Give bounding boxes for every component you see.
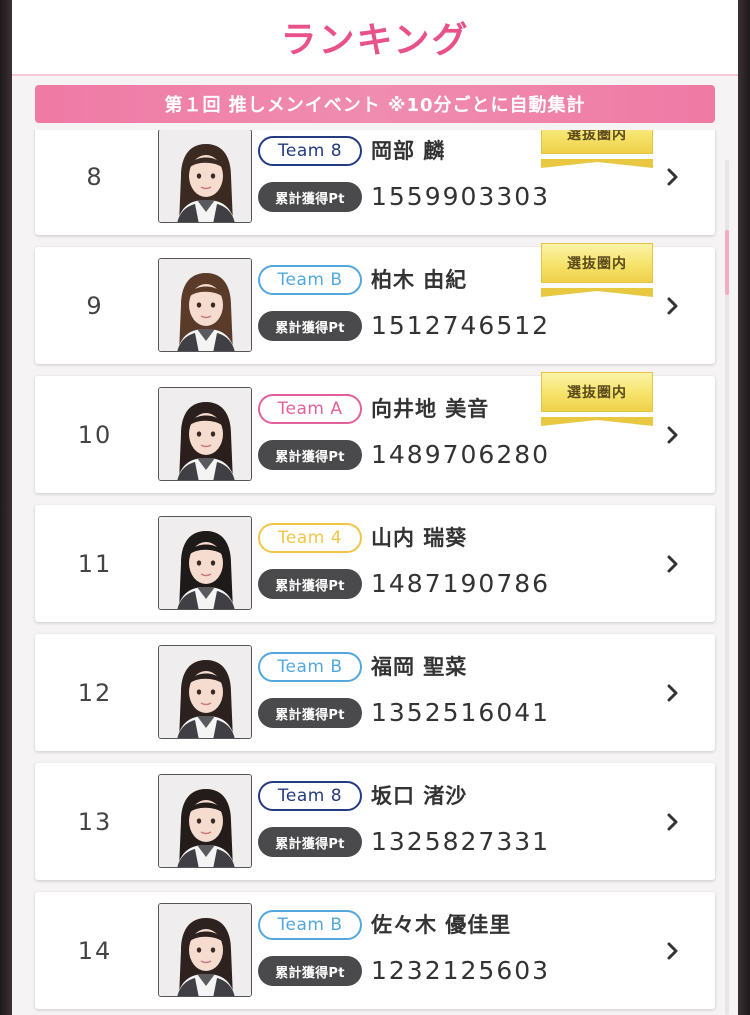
senbatsu-ribbon: 選抜圏内 bbox=[541, 130, 653, 168]
ranking-row[interactable]: 13 Team 8 坂口 渚沙 累計獲得Pt 1325827331 bbox=[35, 763, 715, 880]
chevron-right-icon[interactable] bbox=[663, 763, 683, 880]
points-value: 1487190786 bbox=[371, 568, 551, 598]
senbatsu-label: 選抜圏内 bbox=[541, 372, 653, 412]
member-name: 柏木 由紀 bbox=[371, 268, 468, 292]
member-name: 佐々木 優佳里 bbox=[371, 913, 512, 937]
chevron-right-icon[interactable] bbox=[663, 634, 683, 751]
senbatsu-ribbon-tail bbox=[541, 153, 653, 168]
left-dark-border bbox=[0, 0, 12, 1015]
ranking-row[interactable]: 12 Team B 福岡 聖菜 累計獲得Pt 1352516041 bbox=[35, 634, 715, 751]
points-value: 1512746512 bbox=[371, 310, 551, 340]
page-title: ランキング bbox=[280, 20, 470, 61]
member-name: 山内 瑞葵 bbox=[371, 526, 468, 550]
points-value: 1559903303 bbox=[371, 181, 551, 211]
right-dark-border bbox=[738, 0, 750, 1015]
member-name: 坂口 渚沙 bbox=[371, 784, 468, 808]
member-name: 向井地 美音 bbox=[371, 397, 490, 421]
page-header: ランキング bbox=[12, 0, 738, 76]
ranking-row[interactable]: 10 Team A 向井地 美音 累計獲得Pt 1489706280 選抜圏内 bbox=[35, 372, 715, 493]
chevron-right-icon[interactable] bbox=[663, 247, 683, 364]
ranking-row[interactable]: 8 Team 8 岡部 麟累計獲得Pt 1559903303 選抜圏内 bbox=[35, 130, 715, 235]
team-badge: Team 4 bbox=[258, 523, 362, 553]
points-value: 1352516041 bbox=[371, 697, 551, 727]
team-badge: Team A bbox=[258, 394, 362, 424]
member-photo bbox=[158, 516, 252, 610]
rank-number: 10 bbox=[77, 420, 113, 449]
senbatsu-ribbon: 選抜圏内 bbox=[541, 243, 653, 297]
member-photo bbox=[158, 130, 252, 223]
team-badge: Team 8 bbox=[258, 136, 362, 166]
ranking-row[interactable]: 14 Team B 佐々木 優佳里 累計獲得Pt 1232125603 bbox=[35, 892, 715, 1009]
member-photo bbox=[158, 903, 252, 997]
chevron-right-icon[interactable] bbox=[663, 130, 683, 235]
ranking-row[interactable]: 11 Team 4 山内 瑞葵 累計獲得Pt 1487190786 bbox=[35, 505, 715, 622]
team-badge: Team B bbox=[258, 652, 362, 682]
senbatsu-ribbon: 選抜圏内 bbox=[541, 372, 653, 426]
scrollbar-thumb[interactable] bbox=[725, 230, 729, 295]
member-photo bbox=[158, 645, 252, 739]
ranking-panel: ランキング 第１回 推しメンイベント ※10分ごとに自動集計 8 Team 8 岡部… bbox=[12, 0, 738, 1015]
senbatsu-ribbon-tail bbox=[541, 411, 653, 426]
member-photo bbox=[158, 387, 252, 481]
event-banner: 第１回 推しメンイベント ※10分ごとに自動集計 bbox=[35, 85, 715, 123]
senbatsu-label: 選抜圏内 bbox=[541, 130, 653, 154]
rank-number: 14 bbox=[77, 936, 113, 965]
rank-number: 12 bbox=[77, 678, 113, 707]
points-badge: 累計獲得Pt bbox=[258, 569, 362, 599]
event-banner-text: 第１回 推しメンイベント ※10分ごとに自動集計 bbox=[164, 95, 586, 116]
senbatsu-ribbon-tail bbox=[541, 282, 653, 297]
points-badge: 累計獲得Pt bbox=[258, 311, 362, 341]
points-badge: 累計獲得Pt bbox=[258, 827, 362, 857]
senbatsu-label: 選抜圏内 bbox=[541, 243, 653, 283]
points-value: 1232125603 bbox=[371, 955, 551, 985]
rank-number: 9 bbox=[86, 291, 104, 320]
rank-number: 13 bbox=[77, 807, 113, 836]
rank-number: 11 bbox=[77, 549, 113, 578]
team-badge: Team B bbox=[258, 265, 362, 295]
chevron-right-icon[interactable] bbox=[663, 892, 683, 1009]
points-badge: 累計獲得Pt bbox=[258, 698, 362, 728]
points-value: 1325827331 bbox=[371, 826, 551, 856]
rank-number: 8 bbox=[86, 162, 104, 191]
chevron-right-icon[interactable] bbox=[663, 505, 683, 622]
team-badge: Team B bbox=[258, 910, 362, 940]
chevron-right-icon[interactable] bbox=[663, 376, 683, 493]
member-photo bbox=[158, 258, 252, 352]
ranking-list[interactable]: 8 Team 8 岡部 麟累計獲得Pt 1559903303 選抜圏内 9 Team B 柏木… bbox=[12, 130, 738, 1015]
ranking-row[interactable]: 9 Team B 柏木 由紀 累計獲得Pt 1512746512 選抜圏内 bbox=[35, 243, 715, 364]
points-badge: 累計獲得Pt bbox=[258, 440, 362, 470]
points-badge: 累計獲得Pt bbox=[258, 956, 362, 986]
member-name: 岡部 麟 bbox=[371, 139, 446, 163]
member-photo bbox=[158, 774, 252, 868]
points-value: 1489706280 bbox=[371, 439, 551, 469]
points-badge: 累計獲得Pt bbox=[258, 182, 362, 212]
team-badge: Team 8 bbox=[258, 781, 362, 811]
member-name: 福岡 聖菜 bbox=[371, 655, 468, 679]
